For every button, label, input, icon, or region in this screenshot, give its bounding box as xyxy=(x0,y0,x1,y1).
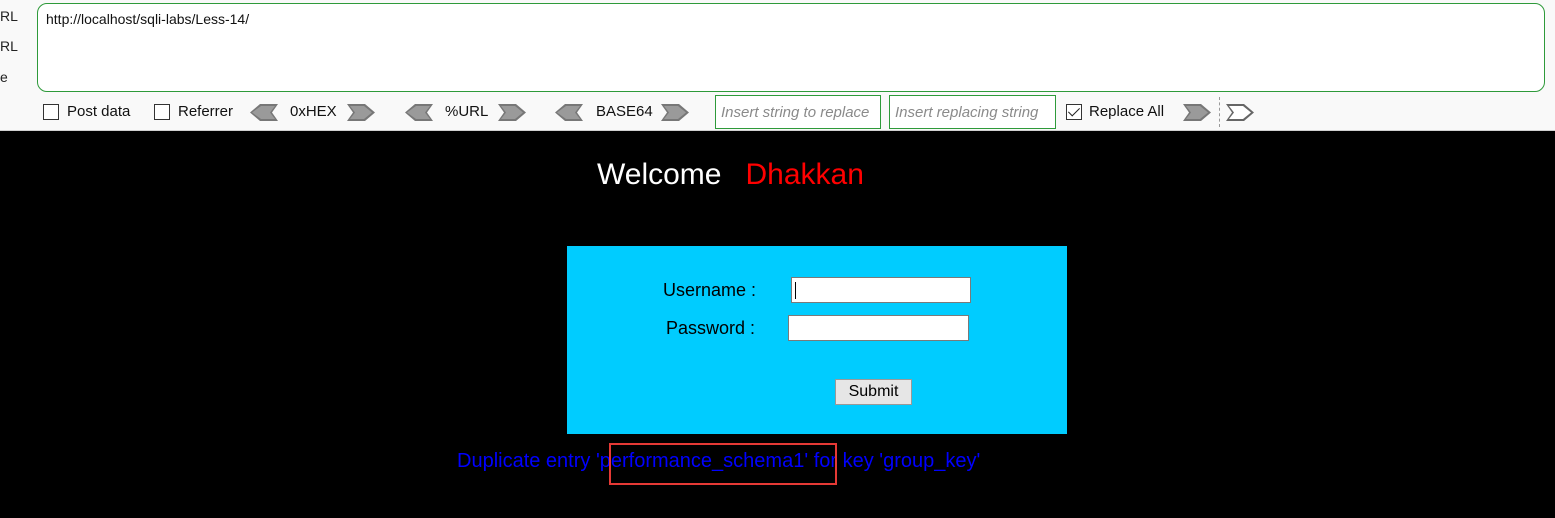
submit-button[interactable]: Submit xyxy=(835,379,912,405)
side-labels: RL RL e xyxy=(0,0,30,95)
welcome-text: Welcome xyxy=(597,158,722,191)
password-label: Password : xyxy=(666,318,756,338)
url-encode-label: %URL xyxy=(445,103,489,120)
replace-find-input[interactable]: Insert string to replace xyxy=(715,95,881,129)
username-input[interactable] xyxy=(791,277,971,303)
password-input[interactable] xyxy=(788,315,969,341)
url-decode-arrow-icon[interactable] xyxy=(405,104,433,121)
base64-decode-arrow-icon[interactable] xyxy=(555,104,583,121)
referrer-checkbox[interactable] xyxy=(154,104,170,120)
hex-label: 0xHEX xyxy=(290,103,337,120)
welcome-name: Dhakkan xyxy=(745,158,864,191)
replace-all-label[interactable]: Replace All xyxy=(1089,103,1164,120)
url-encode-arrow-icon[interactable] xyxy=(498,104,526,121)
load-url-label[interactable]: RL xyxy=(0,8,18,24)
base64-label: BASE64 xyxy=(596,103,653,120)
base64-encode-arrow-icon[interactable] xyxy=(661,104,689,121)
referrer-label[interactable]: Referrer xyxy=(178,103,233,120)
replace-all-checkbox[interactable] xyxy=(1066,104,1082,120)
replace-with-input[interactable]: Insert replacing string xyxy=(889,95,1056,129)
highlight-box xyxy=(609,443,837,485)
replace-arrow-icon[interactable] xyxy=(1183,104,1211,121)
split-url-label[interactable]: RL xyxy=(0,38,18,54)
welcome-heading: Welcome Dhakkan xyxy=(597,158,864,192)
login-form: Username : Password : Submit xyxy=(567,246,1067,434)
hex-encode-arrow-icon[interactable] xyxy=(347,104,375,121)
hackbar-options-row: Post data Referrer 0xHEX %URL BASE64 Ins… xyxy=(0,95,1555,129)
hex-decode-arrow-icon[interactable] xyxy=(250,104,278,121)
post-data-checkbox[interactable] xyxy=(43,104,59,120)
text-caret xyxy=(795,282,796,299)
hackbar-toolbar: RL RL e http://localhost/sqli-labs/Less-… xyxy=(0,0,1555,131)
replace-all-arrow-icon[interactable] xyxy=(1226,104,1254,121)
post-data-label[interactable]: Post data xyxy=(67,103,130,120)
execute-label[interactable]: e xyxy=(0,69,8,85)
url-textarea[interactable]: http://localhost/sqli-labs/Less-14/ xyxy=(37,3,1545,92)
username-label: Username : xyxy=(663,280,757,300)
toolbar-divider xyxy=(1219,97,1220,127)
